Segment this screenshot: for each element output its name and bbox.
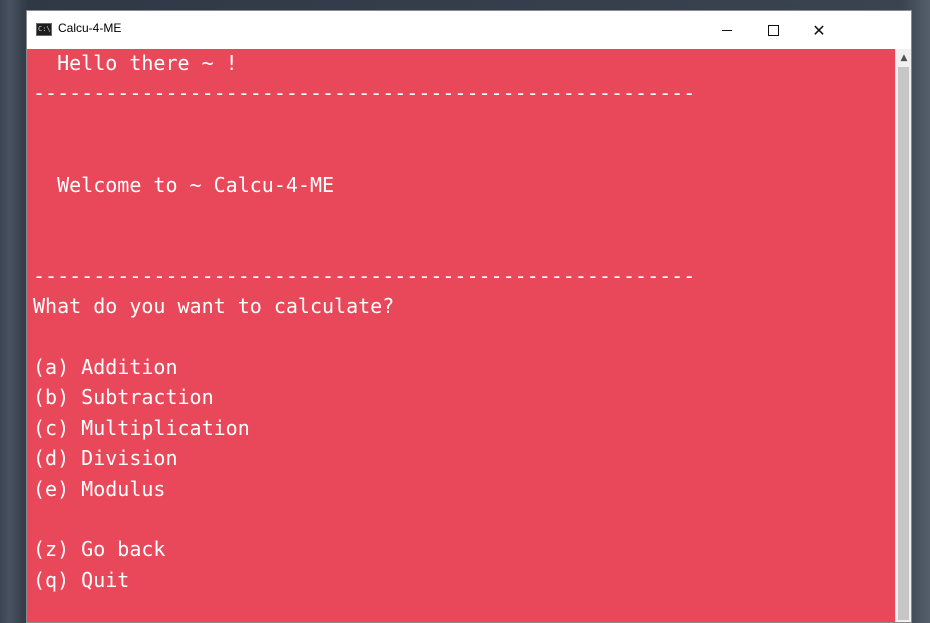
title-bar[interactable]: C:\ Calcu-4-ME ✕: [27, 11, 911, 49]
console-line: Hello there ~ !: [33, 51, 238, 75]
maximize-button[interactable]: [750, 11, 796, 49]
console-line: (q) Quit: [33, 567, 130, 592]
console-line: (a) Addition: [33, 355, 178, 379]
console-window: C:\ Calcu-4-ME ✕ Hello there ~ ! --------…: [26, 10, 912, 623]
scrollbar-thumb[interactable]: [898, 67, 909, 620]
console-line: (b) Subtraction: [33, 385, 214, 410]
console-line: ----------------------------------------…: [33, 263, 696, 288]
console-line: (e) Modulus: [33, 476, 166, 501]
vertical-scrollbar[interactable]: ▲: [895, 49, 911, 622]
console-line: What do you want to calculate?: [33, 294, 395, 319]
close-button[interactable]: ✕: [796, 11, 842, 49]
console-line: (c) Multiplication: [33, 415, 250, 440]
minimize-button[interactable]: [704, 11, 750, 49]
console-line: (d) Division: [33, 446, 178, 471]
window-title: Calcu-4-ME: [58, 21, 122, 35]
maximize-icon: [767, 24, 779, 36]
console-app-icon[interactable]: C:\: [36, 23, 52, 36]
console-line: Welcome to ~ Calcu-4-ME: [33, 172, 335, 197]
close-icon: ✕: [812, 20, 826, 40]
console-line: (z) Go back: [33, 537, 166, 562]
minimize-icon: [722, 29, 732, 31]
scroll-up-arrow-icon: ▲: [900, 52, 908, 63]
console-output-area[interactable]: Hello there ~ ! -------------------------…: [27, 49, 895, 622]
console-line: ----------------------------------------…: [33, 81, 696, 106]
scroll-up-button[interactable]: ▲: [896, 49, 911, 66]
